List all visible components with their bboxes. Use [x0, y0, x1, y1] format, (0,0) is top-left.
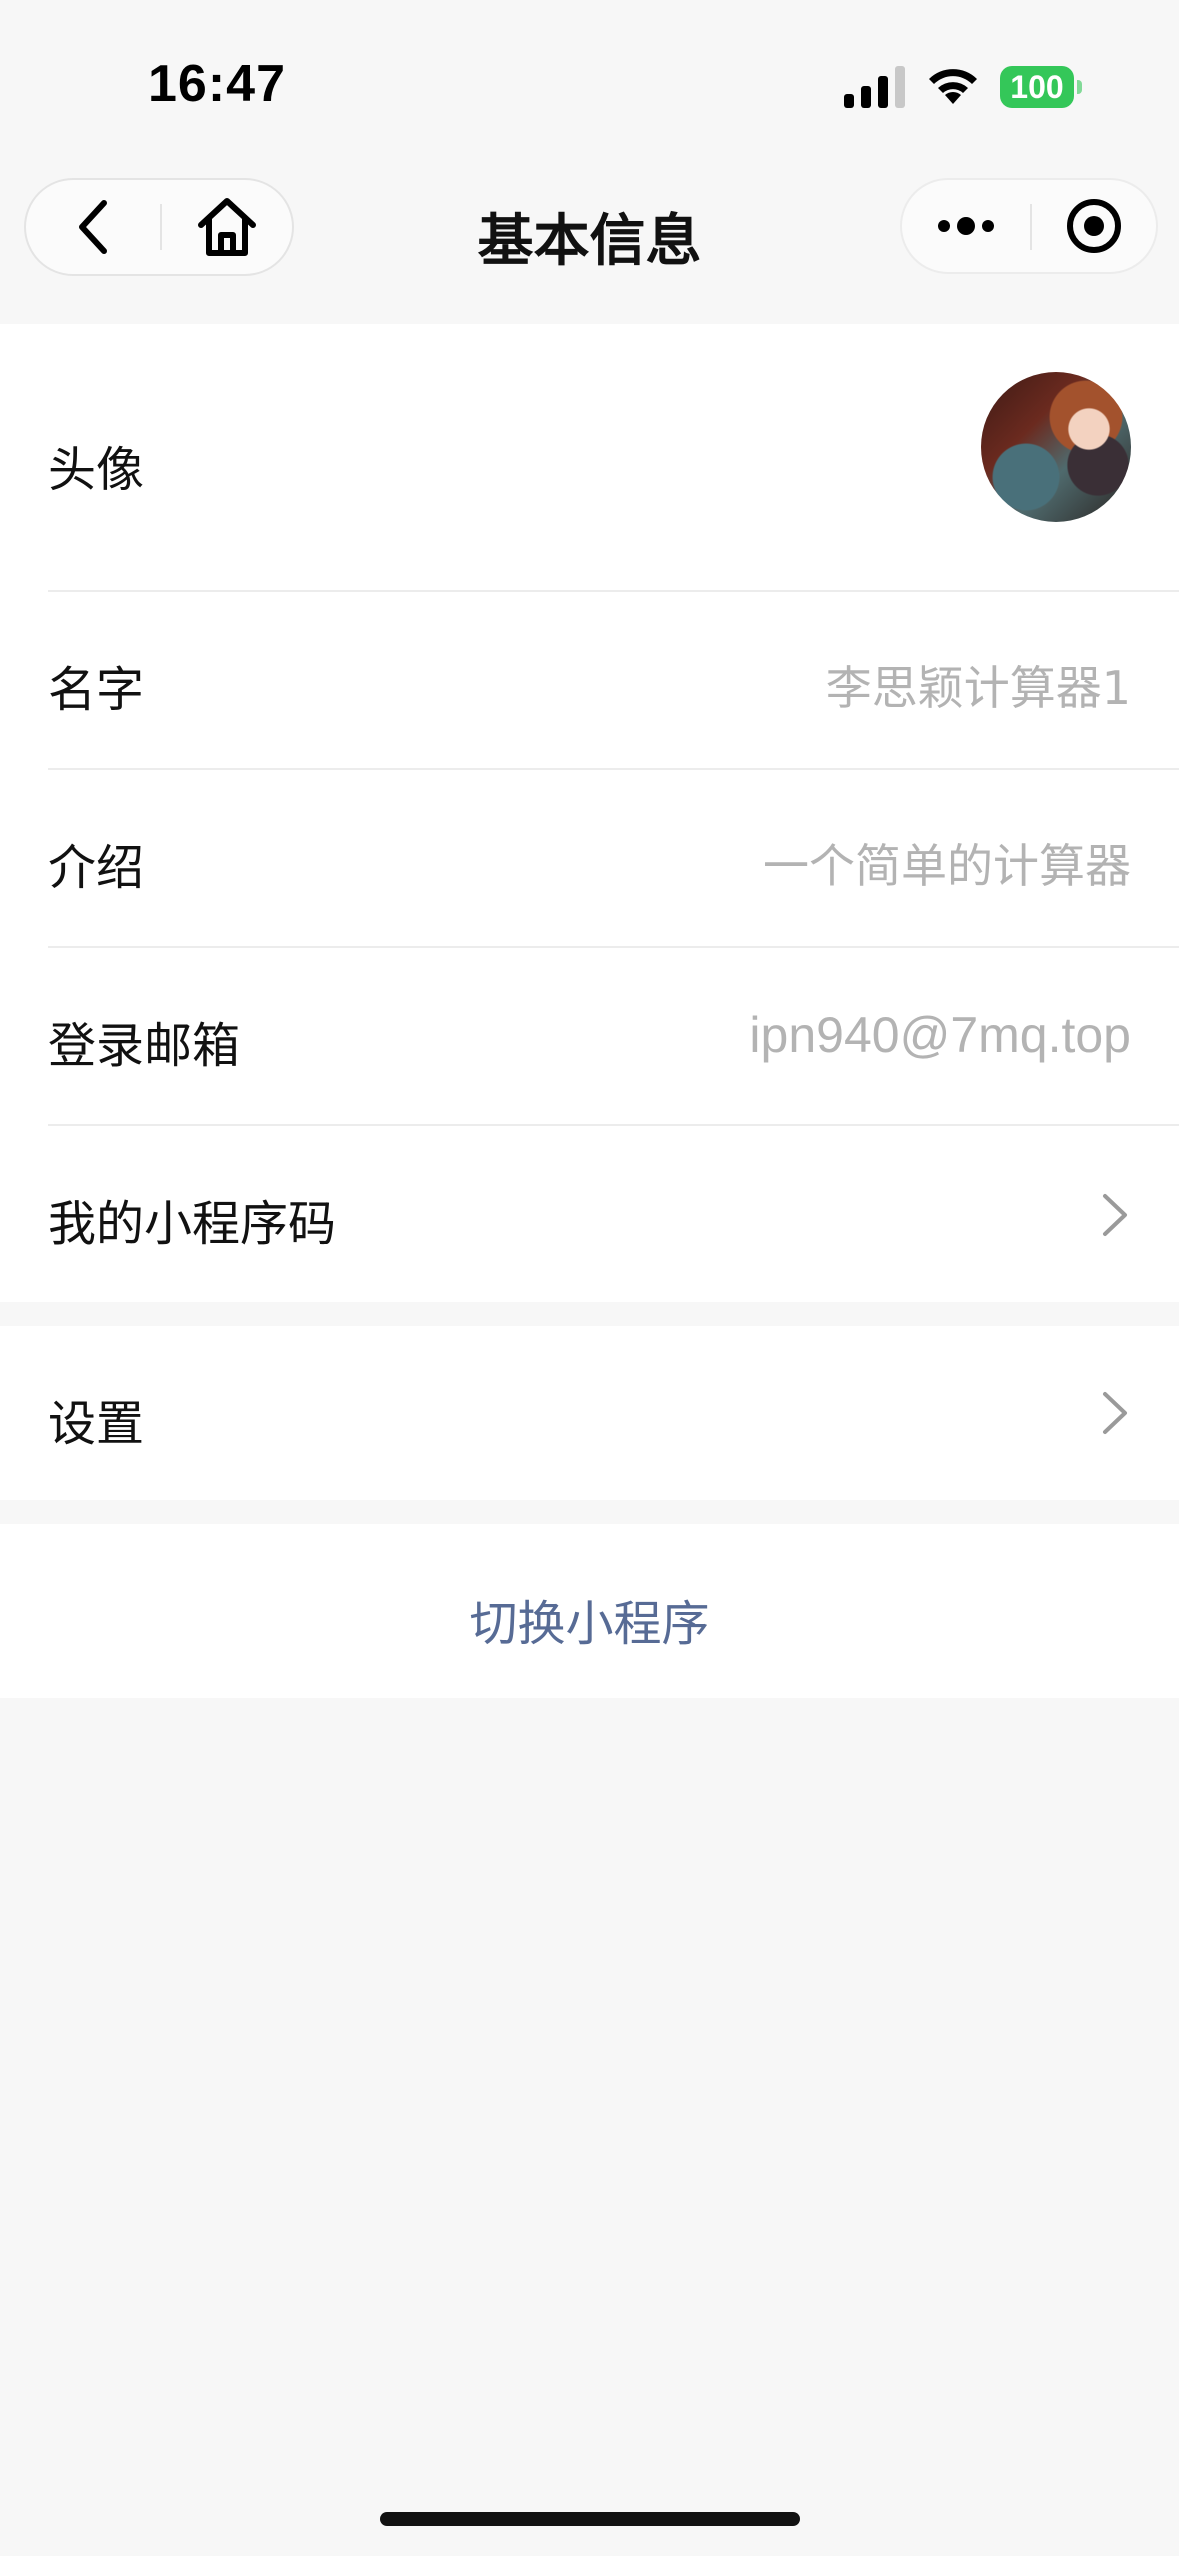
- email-row[interactable]: 登录邮箱 ipn940@7mq.top: [0, 948, 1179, 1126]
- chevron-right-icon: [1103, 1194, 1127, 1236]
- name-row[interactable]: 名字 李思颖计算器1: [0, 592, 1179, 770]
- nav-capsule-right: [900, 178, 1158, 274]
- qrcode-label: 我的小程序码: [48, 1196, 337, 1252]
- battery-indicator: 100: [1000, 66, 1082, 108]
- wifi-icon: [929, 69, 977, 104]
- settings-label: 设置: [48, 1396, 145, 1452]
- more-button[interactable]: [902, 180, 1030, 272]
- status-time: 16:47: [148, 55, 286, 113]
- name-value: 李思颖计算器1: [825, 661, 1131, 715]
- avatar[interactable]: [981, 372, 1131, 522]
- status-bar: 16:47 100: [0, 0, 1179, 160]
- target-circle-icon: [1067, 199, 1121, 253]
- switch-miniprogram-button[interactable]: 切换小程序: [0, 1584, 1179, 1654]
- settings-section: 设置: [0, 1326, 1179, 1500]
- home-indicator[interactable]: [380, 2512, 800, 2526]
- more-dots-icon: [938, 217, 994, 235]
- avatar-label: 头像: [48, 442, 145, 498]
- basic-info-section: 头像 名字 李思颖计算器1 介绍 一个简单的计算器 登录邮箱 ipn940@7m…: [0, 324, 1179, 1302]
- email-value: ipn940@7mq.top: [749, 1007, 1131, 1063]
- intro-row[interactable]: 介绍 一个简单的计算器: [0, 770, 1179, 948]
- qrcode-row[interactable]: 我的小程序码: [0, 1126, 1179, 1302]
- email-label: 登录邮箱: [48, 1018, 241, 1074]
- chevron-right-icon: [1103, 1392, 1127, 1434]
- switch-section: 切换小程序: [0, 1524, 1179, 1698]
- battery-level: 100: [1000, 66, 1074, 108]
- avatar-row[interactable]: 头像: [0, 324, 1179, 592]
- name-label: 名字: [48, 662, 145, 718]
- cellular-signal-icon: [844, 66, 905, 108]
- intro-value: 一个简单的计算器: [763, 839, 1131, 893]
- intro-label: 介绍: [48, 840, 145, 896]
- close-miniprogram-button[interactable]: [1030, 180, 1158, 272]
- battery-cap: [1077, 80, 1082, 94]
- settings-row[interactable]: 设置: [0, 1326, 1179, 1500]
